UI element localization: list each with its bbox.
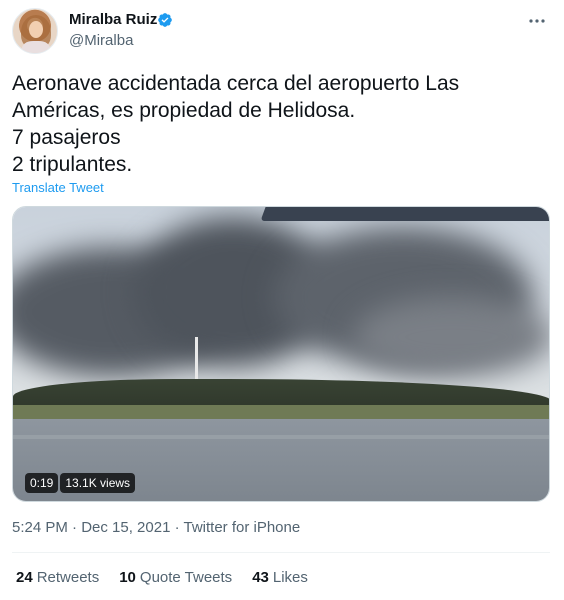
quote-tweets-stat[interactable]: 10 Quote Tweets — [119, 569, 232, 586]
divider — [12, 552, 550, 553]
retweets-stat[interactable]: 24 Retweets — [16, 569, 99, 586]
aircraft-wing — [260, 207, 549, 221]
video-smoke — [353, 297, 549, 377]
tweet-text: Aeronave accidentada cerca del aeropuert… — [12, 72, 460, 176]
avatar[interactable] — [12, 8, 58, 54]
more-horizontal-icon[interactable] — [524, 10, 550, 32]
video-views: 13.1K views — [60, 473, 136, 493]
avatar-dress — [22, 41, 50, 53]
retweets-count: 24 — [16, 569, 33, 586]
quotes-label: Quote Tweets — [139, 569, 233, 586]
avatar-face — [29, 21, 43, 38]
tweet-video[interactable]: 0:19 13.1K views — [12, 206, 550, 502]
likes-count: 43 — [252, 569, 269, 586]
retweets-label: Retweets — [36, 569, 100, 586]
display-name[interactable]: Miralba Ruiz — [69, 11, 157, 28]
user-handle[interactable]: @Miralba — [69, 32, 133, 49]
video-duration: 0:19 — [25, 473, 59, 493]
video-runway-stripe — [13, 435, 549, 439]
likes-label: Likes — [272, 569, 308, 586]
translate-tweet-link[interactable]: Translate Tweet — [12, 180, 104, 195]
tweet-header: Miralba Ruiz @Miralba — [0, 0, 564, 60]
video-info-badge: 0:19 13.1K views — [25, 473, 136, 493]
tweet-timestamp[interactable]: 5:24 PM · Dec 15, 2021 · Twitter for iPh… — [12, 519, 300, 536]
quotes-count: 10 — [119, 569, 136, 586]
tweet-stats: 24 Retweets 10 Quote Tweets 43 Likes — [16, 569, 308, 586]
likes-stat[interactable]: 43 Likes — [252, 569, 308, 586]
verified-badge-icon — [158, 13, 172, 27]
